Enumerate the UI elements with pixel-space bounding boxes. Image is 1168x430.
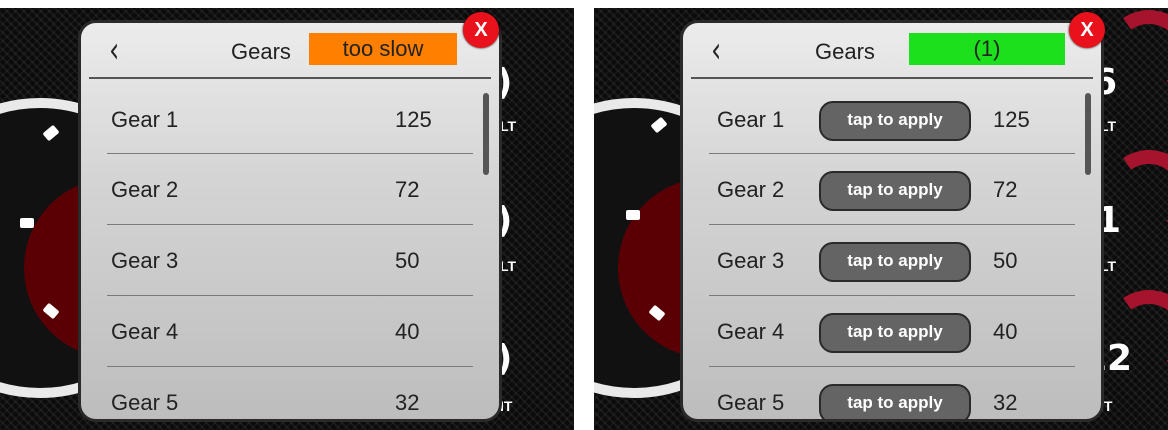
- status-badge: too slow: [309, 33, 457, 65]
- panel-header: ‹ Gears (1): [683, 23, 1101, 79]
- gear-row[interactable]: Gear 5 tap to apply 32: [683, 370, 1101, 419]
- gear-value: 32: [993, 390, 1018, 415]
- left-screen: ) LT ) LT ) IT ‹ Gears too slow Gear 1 1…: [0, 8, 574, 430]
- row-divider: [107, 295, 473, 296]
- row-divider: [107, 153, 473, 154]
- page-title: Gears: [815, 39, 875, 64]
- gear-label: Gear 2: [717, 177, 785, 202]
- gauge-tick: [626, 210, 640, 220]
- gear-row[interactable]: Gear 1 125: [81, 87, 499, 157]
- chevron-left-icon[interactable]: ‹: [711, 31, 721, 71]
- gears-panel: ‹ Gears (1) Gear 1 tap to apply 125 Gear…: [680, 20, 1104, 422]
- row-divider: [709, 295, 1075, 296]
- gear-value: 125: [395, 107, 432, 132]
- scrollbar[interactable]: [483, 93, 489, 175]
- header-divider: [89, 77, 491, 79]
- close-button[interactable]: X: [463, 12, 499, 48]
- tap-to-apply-button[interactable]: tap to apply: [819, 101, 971, 141]
- row-divider: [709, 153, 1075, 154]
- gear-row[interactable]: Gear 1 tap to apply 125: [683, 87, 1101, 157]
- right-screen: 6 LT 1 LT 12 IT ‹ Gears (1) Gear 1 tap t…: [594, 8, 1168, 430]
- row-divider: [709, 224, 1075, 225]
- tap-to-apply-button[interactable]: tap to apply: [819, 384, 971, 419]
- gear-value: 72: [993, 177, 1018, 202]
- page-title: Gears: [231, 39, 291, 64]
- gear-label: Gear 2: [111, 177, 179, 202]
- gear-label: Gear 1: [111, 107, 179, 132]
- gear-label: Gear 1: [717, 107, 785, 132]
- gear-row[interactable]: Gear 5 32: [81, 370, 499, 419]
- header-divider: [691, 77, 1093, 79]
- status-badge: (1): [909, 33, 1065, 65]
- tap-to-apply-button[interactable]: tap to apply: [819, 313, 971, 353]
- gear-value: 40: [395, 319, 420, 344]
- tap-to-apply-button[interactable]: tap to apply: [819, 171, 971, 211]
- gear-label: Gear 5: [717, 390, 785, 415]
- gear-value: 32: [395, 390, 420, 415]
- gear-value: 125: [993, 107, 1030, 132]
- chevron-left-icon[interactable]: ‹: [109, 31, 119, 71]
- tap-to-apply-button[interactable]: tap to apply: [819, 242, 971, 282]
- gear-label: Gear 3: [717, 248, 785, 273]
- gears-panel: ‹ Gears too slow Gear 1 125 Gear 2 72 Ge…: [78, 20, 502, 422]
- gear-label: Gear 4: [717, 319, 785, 344]
- gear-label: Gear 4: [111, 319, 179, 344]
- row-divider: [107, 224, 473, 225]
- bg-unit: LT: [500, 118, 517, 134]
- row-divider: [709, 366, 1075, 367]
- gear-row[interactable]: Gear 2 tap to apply 72: [683, 157, 1101, 227]
- gear-row[interactable]: Gear 4 tap to apply 40: [683, 299, 1101, 369]
- gear-label: Gear 3: [111, 248, 179, 273]
- row-divider: [107, 366, 473, 367]
- gear-value: 50: [993, 248, 1018, 273]
- gear-row[interactable]: Gear 2 72: [81, 157, 499, 227]
- gear-label: Gear 5: [111, 390, 179, 415]
- gear-row[interactable]: Gear 3 50: [81, 228, 499, 298]
- gear-value: 72: [395, 177, 420, 202]
- scrollbar[interactable]: [1085, 93, 1091, 175]
- bg-unit: LT: [500, 258, 517, 274]
- gear-row[interactable]: Gear 4 40: [81, 299, 499, 369]
- gear-row[interactable]: Gear 3 tap to apply 50: [683, 228, 1101, 298]
- gear-value: 40: [993, 319, 1018, 344]
- panel-header: ‹ Gears too slow: [81, 23, 499, 79]
- gear-value: 50: [395, 248, 420, 273]
- gauge-tick: [20, 218, 34, 228]
- close-button[interactable]: X: [1069, 12, 1105, 48]
